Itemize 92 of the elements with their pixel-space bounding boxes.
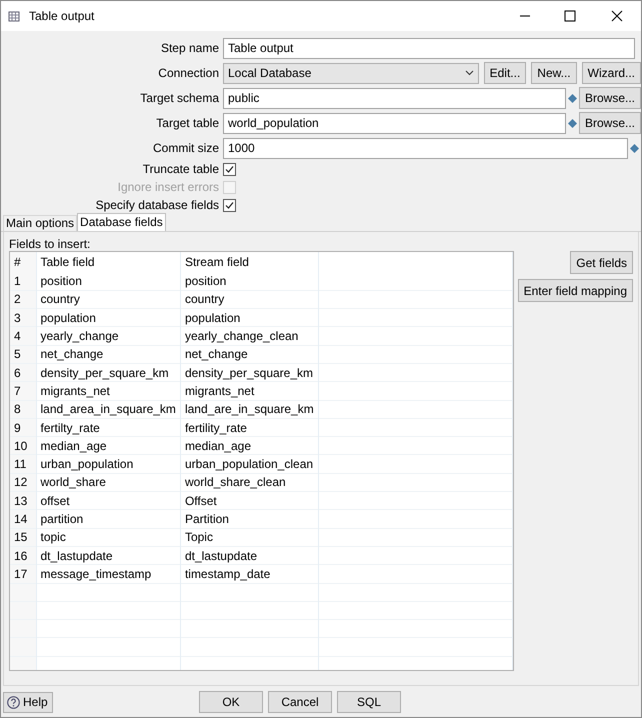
variable-icon bbox=[568, 118, 577, 128]
field-label: Connection bbox=[157, 65, 220, 82]
table-cell: land_are_in_square_km bbox=[180, 400, 318, 418]
table-cell: position bbox=[36, 272, 180, 290]
button[interactable]: Get fields bbox=[570, 251, 633, 274]
table-cell: 11 bbox=[10, 454, 36, 474]
field-label: Target schema bbox=[139, 90, 220, 107]
table-cell: migrants_net bbox=[180, 382, 318, 400]
table-cell: 17 bbox=[10, 564, 36, 584]
button[interactable]: Browse... bbox=[578, 87, 641, 109]
table-cell: 6 bbox=[10, 363, 36, 382]
button[interactable]: Wizard... bbox=[582, 62, 641, 84]
table-cell: 2 bbox=[10, 290, 36, 309]
input-field[interactable]: Table output bbox=[223, 38, 635, 58]
table-cell: country bbox=[36, 290, 180, 309]
checkbox[interactable] bbox=[223, 162, 236, 176]
field-label: Ignore insert errors bbox=[116, 179, 220, 196]
input-field[interactable]: 1000 bbox=[223, 138, 628, 158]
table-cell: 10 bbox=[10, 436, 36, 455]
table-cell: density_per_square_km bbox=[180, 363, 318, 382]
button[interactable]: OK bbox=[199, 691, 263, 713]
table-cell: 7 bbox=[10, 382, 36, 400]
table-cell: 12 bbox=[10, 473, 36, 492]
input-field[interactable]: world_population bbox=[223, 112, 566, 134]
table-cell: net_change bbox=[180, 345, 318, 364]
help-button[interactable]: Help bbox=[3, 692, 53, 712]
close-icon[interactable] bbox=[611, 10, 623, 22]
field-label: Truncate table bbox=[142, 161, 220, 178]
table-cell: 16 bbox=[10, 546, 36, 565]
table-cell: dt_lastupdate bbox=[180, 546, 318, 565]
table-cell: urban_population bbox=[36, 454, 180, 474]
button[interactable]: SQL bbox=[337, 691, 401, 713]
variable-icon bbox=[568, 94, 577, 102]
table-cell: Partition bbox=[180, 510, 318, 528]
table-cell: Offset bbox=[180, 492, 318, 510]
field-label: Specify database fields bbox=[94, 197, 220, 214]
table-cell: 15 bbox=[10, 528, 36, 546]
input-field[interactable]: public bbox=[223, 88, 566, 108]
table-cell: 13 bbox=[10, 492, 36, 510]
table-cell: country bbox=[180, 290, 318, 309]
table-cell: Topic bbox=[180, 528, 318, 546]
table-cell: dt_lastupdate bbox=[36, 546, 180, 565]
column-header[interactable]: Table field bbox=[36, 252, 180, 272]
table-cell: position bbox=[180, 272, 318, 290]
chevron-down-icon bbox=[464, 70, 474, 76]
table-cell: partition bbox=[36, 510, 180, 528]
table-cell: yearly_change_clean bbox=[180, 326, 318, 346]
column-header[interactable]: Stream field bbox=[180, 252, 318, 272]
table-cell: population bbox=[36, 308, 180, 327]
button[interactable]: Edit... bbox=[484, 62, 526, 84]
table-cell: yearly_change bbox=[36, 326, 180, 346]
table-cell: world_share_clean bbox=[180, 473, 318, 492]
section-label: Fields to insert: bbox=[9, 236, 92, 251]
table-cell: migrants_net bbox=[36, 382, 180, 400]
table-cell: 5 bbox=[10, 345, 36, 364]
table-cell: 4 bbox=[10, 326, 36, 346]
maximize-icon[interactable] bbox=[564, 10, 576, 22]
table-cell: median_age bbox=[36, 436, 180, 455]
table-cell: world_share bbox=[36, 473, 180, 492]
table-cell: 1 bbox=[10, 272, 36, 290]
button[interactable]: Browse... bbox=[578, 112, 641, 134]
table-cell: 9 bbox=[10, 418, 36, 437]
table-cell: median_age bbox=[180, 436, 318, 455]
table-cell: fertilty_rate bbox=[36, 418, 180, 437]
table-cell: message_timestamp bbox=[36, 564, 180, 584]
tab[interactable]: Database fields bbox=[77, 213, 166, 231]
table-cell: population bbox=[180, 308, 318, 327]
table-cell: offset bbox=[36, 492, 180, 510]
variable-icon bbox=[630, 144, 639, 152]
table-cell: urban_population_clean bbox=[180, 454, 318, 474]
table-cell: 14 bbox=[10, 510, 36, 528]
table-cell: 3 bbox=[10, 308, 36, 327]
tab[interactable]: Main options bbox=[3, 215, 78, 231]
table-cell: 8 bbox=[10, 400, 36, 418]
button[interactable]: New... bbox=[531, 62, 577, 84]
field-label: Target table bbox=[155, 115, 220, 132]
table-cell: net_change bbox=[36, 345, 180, 364]
column-header[interactable]: # bbox=[10, 252, 36, 272]
button[interactable]: Cancel bbox=[268, 691, 332, 713]
table-cell: density_per_square_km bbox=[36, 363, 180, 382]
connection-dropdown[interactable]: Local Database bbox=[223, 62, 479, 84]
table-cell: land_area_in_square_km bbox=[36, 400, 180, 418]
table-cell: fertility_rate bbox=[180, 418, 318, 437]
window-title: Table output bbox=[29, 8, 94, 25]
help-icon bbox=[7, 696, 20, 708]
table-cell: timestamp_date bbox=[180, 564, 318, 584]
field-label: Step name bbox=[160, 40, 220, 57]
button[interactable]: Enter field mapping bbox=[518, 279, 633, 302]
table-cell: topic bbox=[36, 528, 180, 546]
field-label: Commit size bbox=[152, 140, 220, 157]
table-icon bbox=[8, 10, 20, 22]
checkbox[interactable] bbox=[223, 198, 236, 212]
